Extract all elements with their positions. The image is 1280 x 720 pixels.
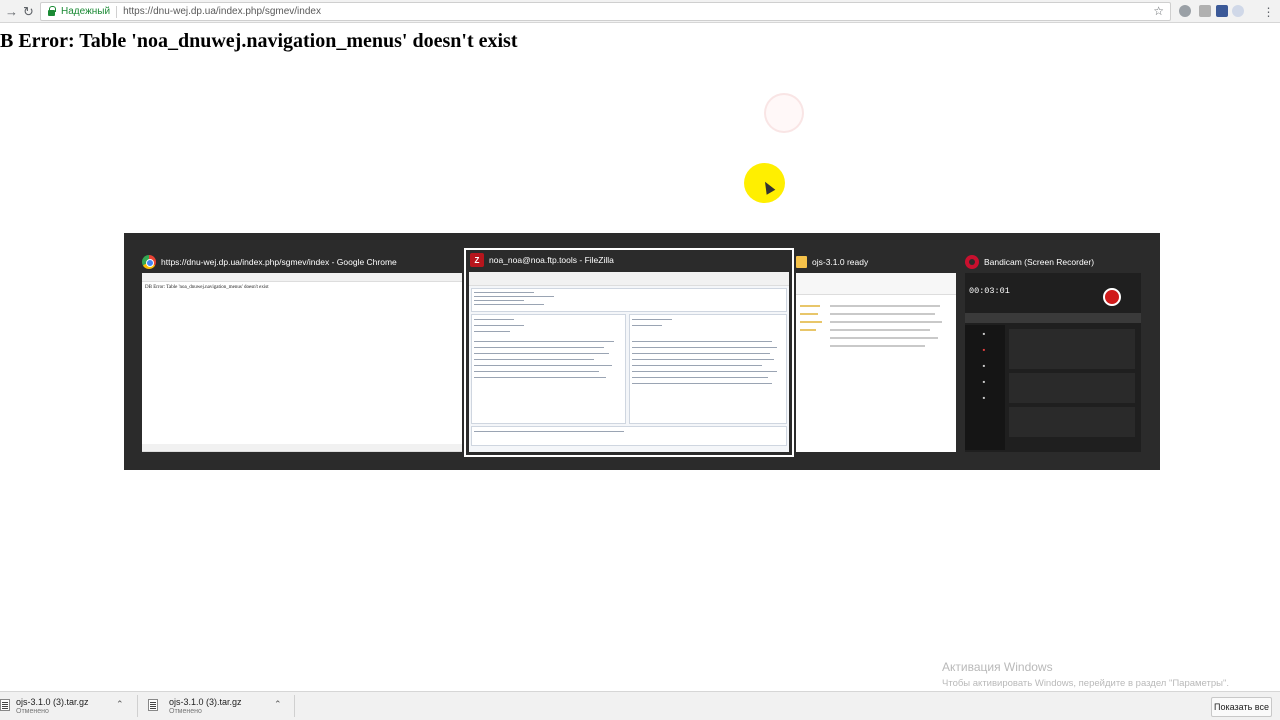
download-item[interactable]: ojs-3.1.0 (3).tar.gz Отменено ⌃	[0, 695, 140, 717]
thumbnail-download-shelf	[142, 444, 462, 452]
windows-activation-subtitle: Чтобы активировать Windows, перейдите в …	[942, 678, 1229, 689]
extension-puzzle-icon[interactable]	[1199, 5, 1211, 17]
click-ripple	[764, 93, 804, 133]
extension-globe-icon[interactable]	[1179, 5, 1191, 17]
switcher-window-bandicam[interactable]: Bandicam (Screen Recorder) 00:03:01 ■ ■ …	[965, 252, 1141, 452]
url-text[interactable]: https://dnu-wej.dp.ua/index.php/sgmev/in…	[123, 6, 321, 17]
download-separator	[294, 695, 295, 717]
window-thumbnail: 00:03:01 ■ ■ ■ ■ ■	[965, 273, 1141, 452]
switcher-window-filezilla[interactable]: Z noa_noa@noa.ftp.tools - FileZilla	[464, 248, 794, 457]
facebook-extension-icon[interactable]	[1216, 5, 1228, 17]
thumbnail-ribbon	[796, 273, 956, 295]
task-switcher: https://dnu-wej.dp.ua/index.php/sgmev/in…	[124, 233, 1160, 470]
chrome-icon	[142, 255, 156, 269]
record-button-icon	[1103, 288, 1121, 306]
menu-icon[interactable]: ⋮	[1260, 3, 1277, 20]
lock-icon	[48, 5, 56, 16]
window-title: https://dnu-wej.dp.ua/index.php/sgmev/in…	[142, 252, 397, 272]
db-error-message: B Error: Table 'noa_dnuwej.navigation_me…	[0, 30, 518, 52]
thumbnail-error-text: DB Error: Table 'noa_dnuwej.navigation_m…	[145, 285, 269, 290]
reload-icon[interactable]: ↻	[20, 3, 37, 20]
recording-timer: 00:03:01	[969, 286, 1010, 296]
window-title: ojs-3.1.0 ready	[796, 252, 868, 272]
download-status: Отменено	[169, 708, 202, 715]
thumbnail-queue-pane	[471, 426, 787, 446]
download-filename: ojs-3.1.0 (3).tar.gz	[169, 697, 242, 707]
download-status: Отменено	[16, 708, 49, 715]
bandicam-icon	[965, 255, 979, 269]
bookmark-star-icon[interactable]: ☆	[1153, 4, 1164, 18]
thumbnail-local-pane	[471, 314, 626, 424]
browser-toolbar: → ↻ Надежный https://dnu-wej.dp.ua/index…	[0, 0, 1280, 23]
download-shelf: ojs-3.1.0 (3).tar.gz Отменено ⌃ ojs-3.1.…	[0, 691, 1280, 720]
windows-activation-title: Активация Windows	[942, 660, 1053, 674]
chevron-up-icon[interactable]: ⌃	[274, 699, 282, 710]
window-thumbnail: DB Error: Table 'noa_dnuwej.navigation_m…	[142, 273, 462, 452]
secure-label: Надежный	[61, 6, 111, 17]
window-title: Bandicam (Screen Recorder)	[965, 252, 1094, 272]
window-title: Z noa_noa@noa.ftp.tools - FileZilla	[470, 250, 614, 270]
thumbnail-toolbar	[142, 273, 462, 282]
url-separator	[116, 5, 118, 18]
thumbnail-toolbar	[469, 272, 789, 286]
show-all-downloads-button[interactable]: Показать все	[1211, 697, 1272, 717]
download-separator	[137, 695, 138, 717]
switcher-window-explorer[interactable]: ojs-3.1.0 ready	[796, 252, 956, 452]
archive-file-icon	[148, 699, 158, 711]
notification-extension-icon[interactable]	[1232, 5, 1244, 17]
address-bar[interactable]: Надежный https://dnu-wej.dp.ua/index.php…	[40, 2, 1171, 21]
forward-icon[interactable]: →	[3, 3, 20, 20]
archive-file-icon	[0, 699, 10, 711]
thumbnail-remote-pane	[629, 314, 787, 424]
window-thumbnail	[469, 272, 789, 452]
filezilla-icon: Z	[470, 253, 484, 267]
download-filename: ojs-3.1.0 (3).tar.gz	[16, 697, 89, 707]
folder-icon	[796, 256, 807, 268]
chevron-up-icon[interactable]: ⌃	[116, 699, 124, 710]
window-thumbnail	[796, 273, 956, 452]
switcher-window-chrome[interactable]: https://dnu-wej.dp.ua/index.php/sgmev/in…	[142, 252, 462, 452]
download-item[interactable]: ojs-3.1.0 (3).tar.gz Отменено ⌃	[148, 695, 288, 717]
thumbnail-log-pane	[471, 288, 787, 312]
